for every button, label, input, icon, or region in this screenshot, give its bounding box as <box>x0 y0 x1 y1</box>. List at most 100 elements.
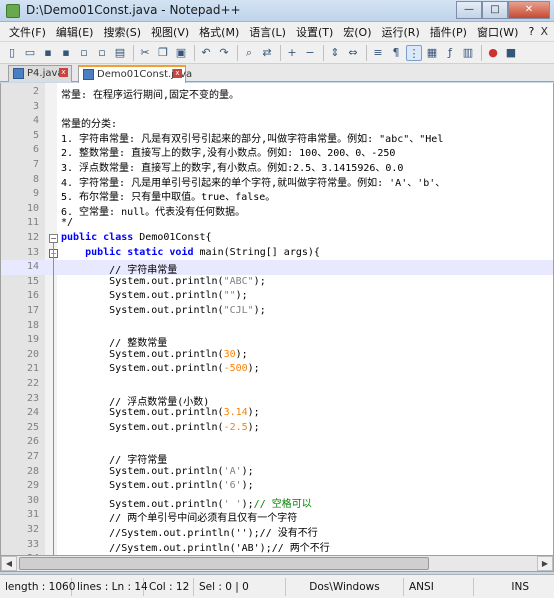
line-number: 8 <box>32 173 39 185</box>
open-file-icon[interactable]: ▭ <box>22 45 38 61</box>
save-all-icon[interactable]: ▪ <box>58 45 74 61</box>
close-button[interactable]: ✕ <box>508 1 550 19</box>
menu-file[interactable]: 文件(F) <box>4 24 51 40</box>
code-line[interactable]: 12 − public class Demo01Const{ <box>1 231 553 246</box>
code-line[interactable]: 32 //System.out.println('');// 没有不行 <box>1 523 553 539</box>
code-line[interactable]: 4 常量的分类: <box>1 114 553 130</box>
tab-close-icon[interactable]: x <box>173 69 182 78</box>
scroll-right-icon[interactable]: ▶ <box>537 556 553 571</box>
sync-vertical-icon[interactable]: ⇕ <box>327 45 343 61</box>
replace-icon[interactable]: ⇄ <box>259 45 275 61</box>
minimize-button[interactable]: — <box>456 1 482 19</box>
editor-area[interactable]: 2 常量: 在程序运行期间,固定不变的量。 3 4 常量的分类: 5 1. 字符串常量: 凡… <box>0 83 554 555</box>
code-line[interactable]: 3 <box>1 100 553 115</box>
close-document-icon[interactable]: X <box>540 25 548 38</box>
line-number: 13 <box>26 246 39 258</box>
line-number: 3 <box>32 100 39 112</box>
code-line[interactable]: 14 // 字符串常量 <box>1 260 553 276</box>
code-line[interactable]: 29 System.out.println('6'); <box>1 479 553 494</box>
code-line[interactable]: 17 System.out.println("CJL"); <box>1 304 553 319</box>
menu-plugins[interactable]: 插件(P) <box>425 24 472 40</box>
save-icon[interactable]: ▪ <box>40 45 56 61</box>
status-mode: INS <box>511 580 529 593</box>
zoom-in-icon[interactable]: + <box>284 45 300 61</box>
menu-edit[interactable]: 编辑(E) <box>51 24 99 40</box>
code-line[interactable]: 21 System.out.println(-500); <box>1 362 553 377</box>
code-line[interactable]: 15 System.out.println("ABC"); <box>1 275 553 290</box>
code-line[interactable]: 31 // 两个单引号中间必须有且仅有一个字符 <box>1 508 553 524</box>
menu-run[interactable]: 运行(R) <box>377 24 425 40</box>
paste-icon[interactable]: ▣ <box>173 45 189 61</box>
menu-search[interactable]: 搜索(S) <box>98 24 146 40</box>
line-number: 33 <box>26 538 39 550</box>
code-line[interactable]: 27 // 字符常量 <box>1 450 553 466</box>
close-all-icon[interactable]: ▫ <box>94 45 110 61</box>
menu-settings[interactable]: 设置(T) <box>291 24 338 40</box>
title-bar: D:\Demo01Const.java - Notepad++ — □ ✕ <box>0 0 554 22</box>
cut-icon[interactable]: ✂ <box>137 45 153 61</box>
code-line[interactable]: 5 1. 字符串常量: 凡是有双引号引起来的部分,叫做字符串常量。例如: "abc… <box>1 129 553 145</box>
code-line[interactable]: 25 System.out.println(-2.5); <box>1 421 553 436</box>
doc-map-icon[interactable]: ▦ <box>424 45 440 61</box>
tab-demo01const-java[interactable]: Demo01Const.java x <box>78 65 192 83</box>
code-line[interactable]: 16 System.out.println(""); <box>1 289 553 304</box>
menu-view[interactable]: 视图(V) <box>146 24 194 40</box>
code-line[interactable]: 10 6. 空常量: null。代表没有任何数据。 <box>1 202 553 218</box>
function-list-icon[interactable]: ƒ <box>442 45 458 61</box>
code-line[interactable]: 2 常量: 在程序运行期间,固定不变的量。 <box>1 85 553 101</box>
code-line[interactable]: 33 //System.out.println('AB');// 两个不行 <box>1 538 553 554</box>
code-text: System.out.println('6'); <box>61 480 254 492</box>
print-icon[interactable]: ▤ <box>112 45 128 61</box>
sync-horizontal-icon[interactable]: ⇔ <box>345 45 361 61</box>
line-number: 29 <box>26 480 39 492</box>
code-line[interactable]: 19 // 整数常量 <box>1 333 553 349</box>
horizontal-scrollbar[interactable]: ◀ ▶ <box>0 555 554 572</box>
close-file-icon[interactable]: ▫ <box>76 45 92 61</box>
code-line[interactable]: 11 */ <box>1 216 553 231</box>
code-line[interactable]: 28 System.out.println('A'); <box>1 465 553 480</box>
line-number: 23 <box>26 392 39 404</box>
line-number: 17 <box>26 305 39 316</box>
find-icon[interactable]: ⌕ <box>241 45 257 61</box>
code-line[interactable]: 24 System.out.println(3.14); <box>1 406 553 421</box>
copy-icon[interactable]: ❐ <box>155 45 171 61</box>
zoom-out-icon[interactable]: − <box>302 45 318 61</box>
menu-window[interactable]: 窗口(W) <box>472 24 523 40</box>
stop-macro-icon[interactable]: ■ <box>503 45 519 61</box>
fold-toggle-icon[interactable]: − <box>49 234 58 243</box>
show-all-chars-icon[interactable]: ¶ <box>388 45 404 61</box>
tab-p4-java[interactable]: P4.java x <box>8 65 72 82</box>
code-line[interactable]: 13− public static void main(String[] arg… <box>1 246 553 261</box>
indent-guide-icon[interactable]: ⋮ <box>406 44 422 61</box>
code-line[interactable]: 22 <box>1 377 553 392</box>
new-file-icon[interactable]: ▯ <box>4 45 20 61</box>
scroll-left-icon[interactable]: ◀ <box>1 556 17 571</box>
code-line[interactable]: 6 2. 整数常量: 直接写上的数字,没有小数点。例如: 100、200、0、-2… <box>1 143 553 159</box>
code-line[interactable]: 26 <box>1 435 553 450</box>
code-line[interactable]: 18 <box>1 319 553 334</box>
line-number: 19 <box>26 334 39 346</box>
code-line[interactable]: 30 System.out.println(' ');// 空格可以 <box>1 494 553 510</box>
code-line[interactable]: 9 5. 布尔常量: 只有量中取值。true、false。 <box>1 187 553 203</box>
menu-language[interactable]: 语言(L) <box>244 24 291 40</box>
scrollbar-thumb[interactable] <box>19 557 429 570</box>
folder-workspace-icon[interactable]: ▥ <box>460 45 476 61</box>
menu-format[interactable]: 格式(M) <box>194 24 244 40</box>
menu-macro[interactable]: 宏(O) <box>338 24 376 40</box>
line-number: 2 <box>32 86 39 97</box>
line-number: 20 <box>26 348 39 360</box>
code-line[interactable]: 23 // 浮点数常量(小数) <box>1 392 553 408</box>
redo-icon[interactable]: ↷ <box>216 45 232 61</box>
record-macro-icon[interactable]: ● <box>485 45 501 61</box>
tab-close-icon[interactable]: x <box>59 68 68 77</box>
menu-help[interactable]: ? <box>523 25 539 38</box>
code-text: System.out.println(30); <box>61 348 248 360</box>
tab-bar: P4.java x Demo01Const.java x <box>0 64 554 83</box>
code-line[interactable]: 8 4. 字符常量: 凡是用单引号引起来的单个字符,就叫做字符常量。例如: 'A'… <box>1 173 553 189</box>
toolbar-separator <box>481 44 482 61</box>
maximize-button[interactable]: □ <box>482 1 508 19</box>
code-line[interactable]: 20 System.out.println(30); <box>1 348 553 363</box>
word-wrap-icon[interactable]: ≡ <box>370 45 386 61</box>
code-line[interactable]: 7 3. 浮点数常量: 直接写上的数字,有小数点。例如:2.5、3.1415926… <box>1 158 553 174</box>
undo-icon[interactable]: ↶ <box>198 45 214 61</box>
